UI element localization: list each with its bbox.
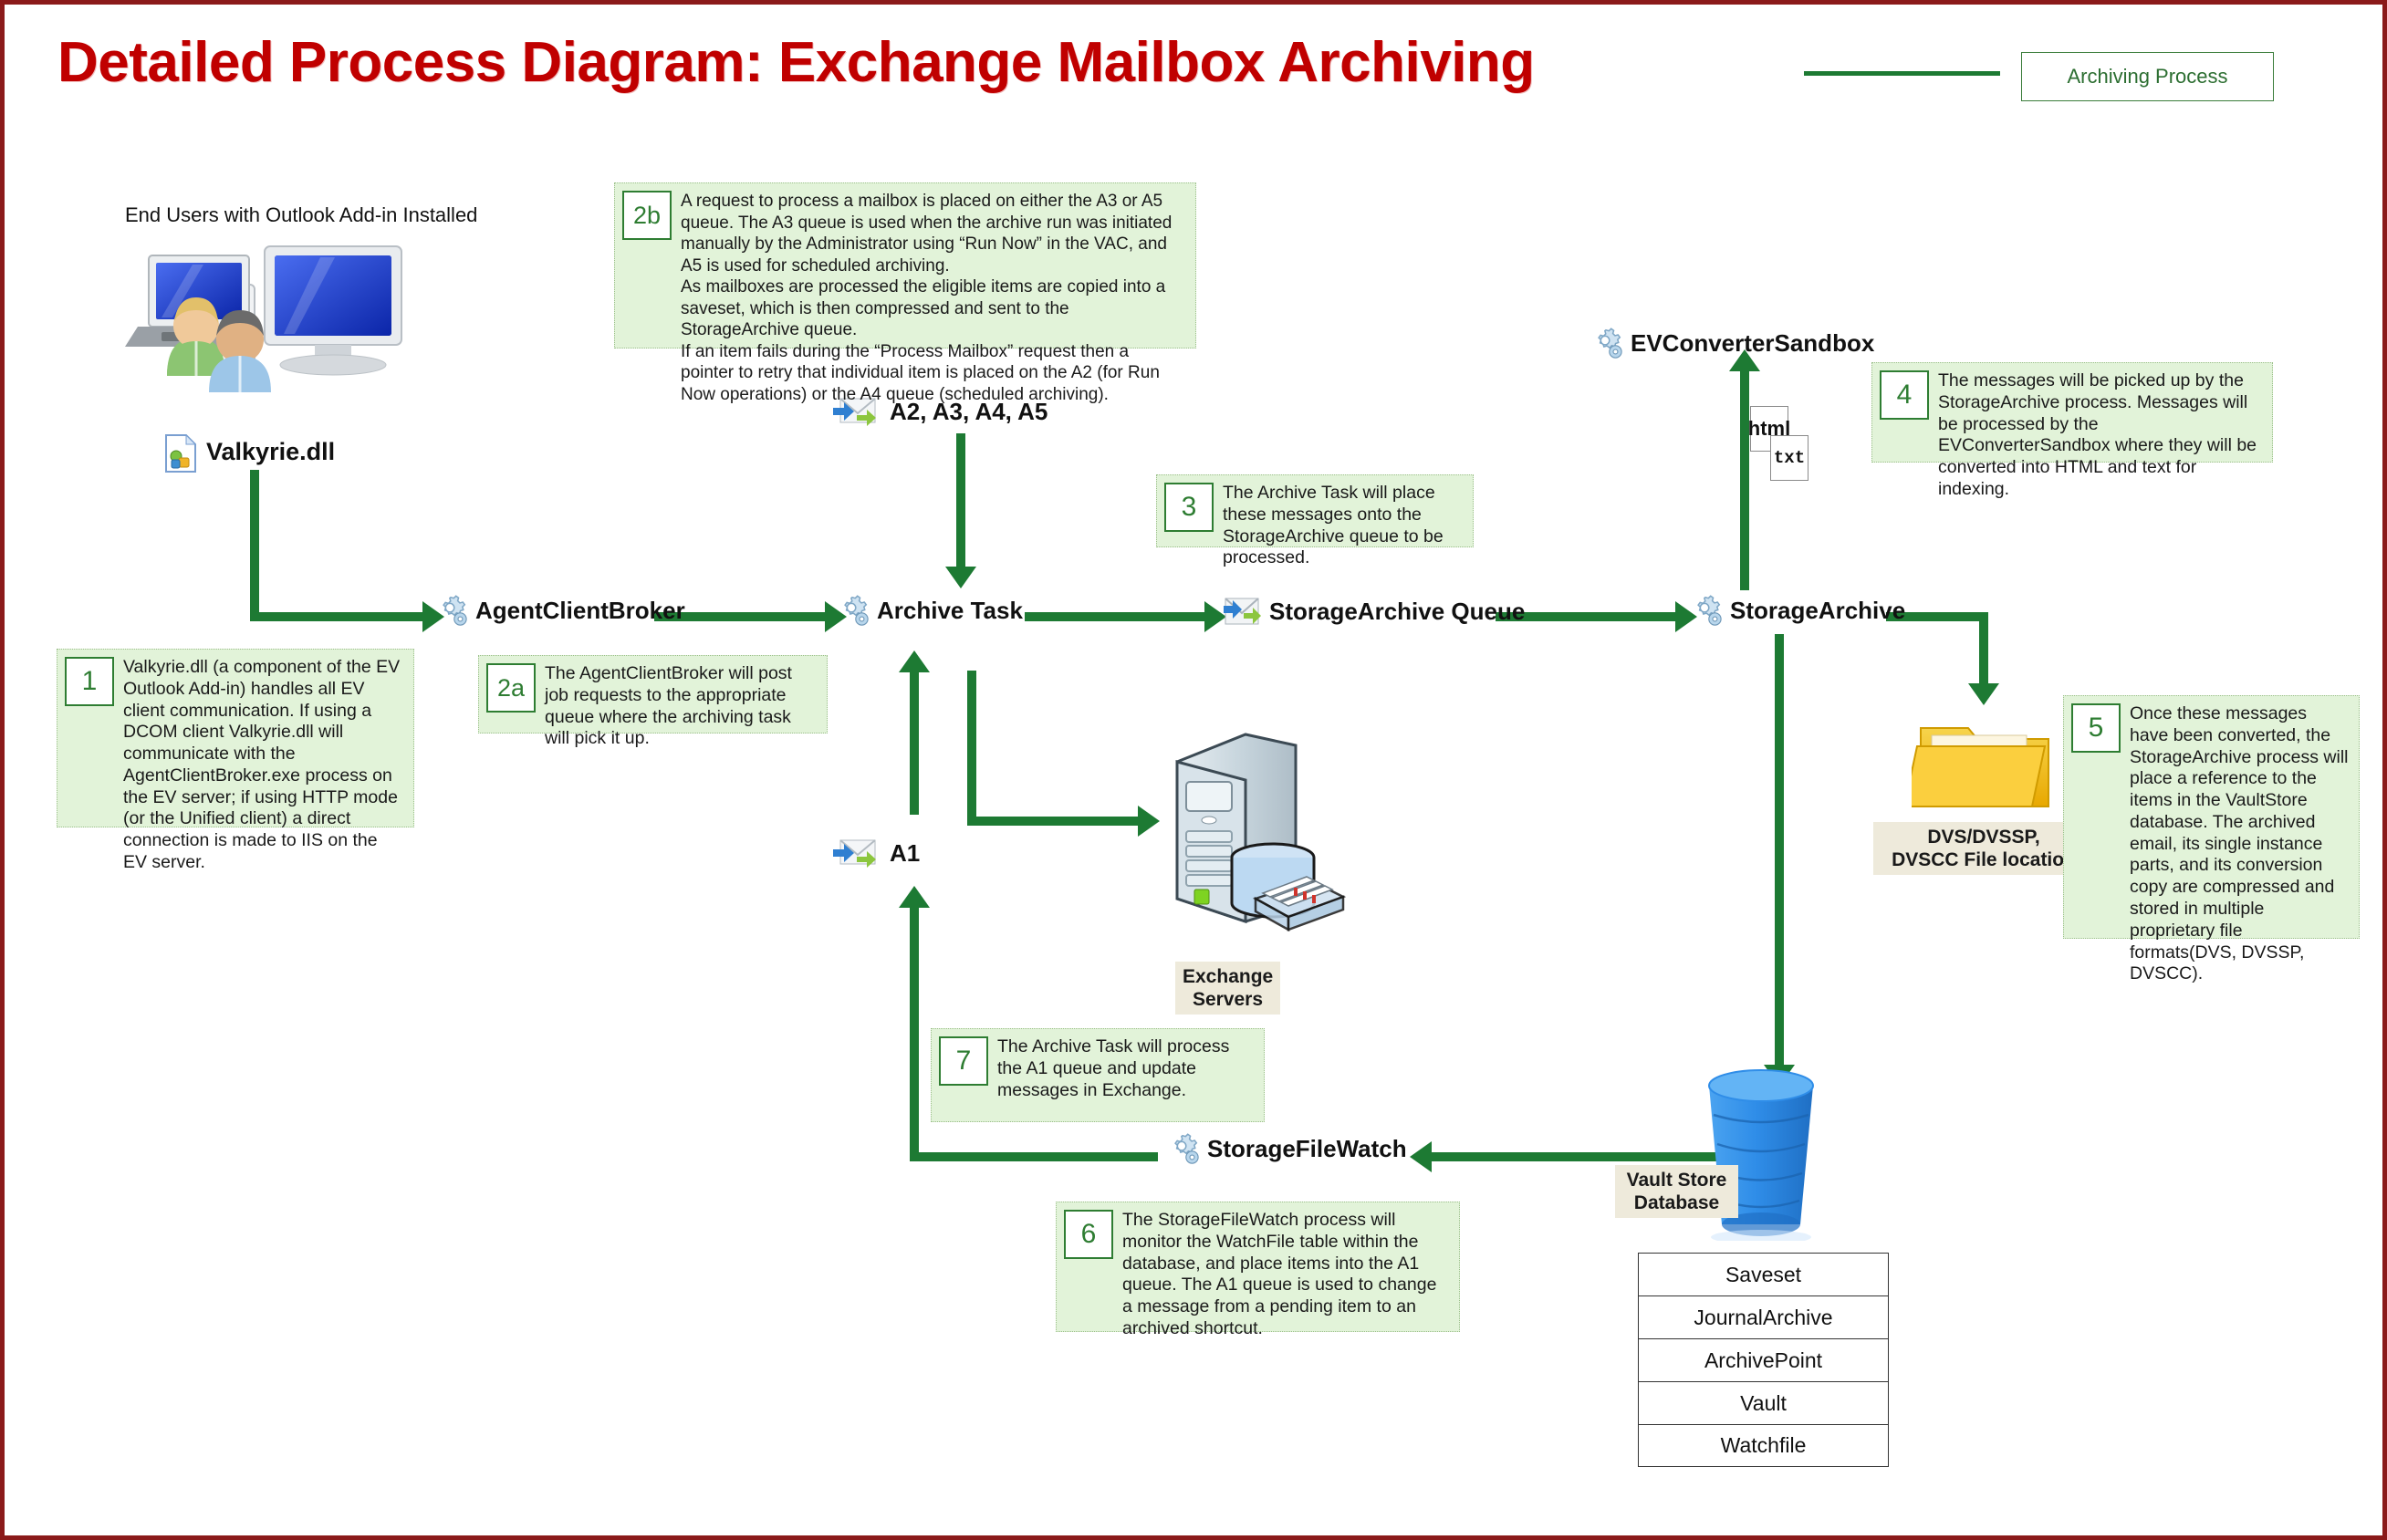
arrow-archivetask-down: [967, 671, 976, 826]
arrow-sfw-left: [910, 1152, 1158, 1161]
arrow-valkyrie-to-acb: [250, 612, 425, 621]
node-label-evconvertersandbox: EVConverterSandbox: [1631, 328, 1875, 357]
note-4-number: 4: [1880, 370, 1929, 420]
legend-label: Archiving Process: [2067, 65, 2228, 88]
arrow-storagearchive-to-evcs: [1740, 369, 1749, 590]
note-6: 6 The StorageFileWatch process will moni…: [1056, 1202, 1460, 1338]
arrow-queue-upper-down: [956, 433, 965, 572]
queue-marker-lower[interactable]: A1: [833, 837, 920, 869]
arrow-archive-task-to-saq: [1025, 612, 1207, 621]
node-storagearchive-queue[interactable]: StorageArchive Queue: [1222, 593, 1525, 630]
arrowhead-folder: [1968, 683, 1999, 705]
table-row-label: Saveset: [1725, 1262, 1802, 1286]
table-row: Saveset: [1638, 1253, 1889, 1295]
node-label-storagefilewatch: StorageFileWatch: [1207, 1134, 1407, 1162]
node-archive-task[interactable]: Archive Task: [835, 593, 1023, 628]
table-row: JournalArchive: [1638, 1295, 1889, 1338]
gear-icon: [1697, 595, 1722, 626]
arrow-a1-to-archive-task: [910, 671, 919, 815]
table-row: ArchivePoint: [1638, 1338, 1889, 1381]
end-users-label: End Users with Outlook Add-in Installed: [125, 203, 478, 226]
exchange-server-illustration: [1175, 733, 1347, 932]
note-2b-text: A request to process a mailbox is placed…: [681, 191, 1186, 404]
table-row-label: JournalArchive: [1694, 1305, 1833, 1329]
note-1-number: 1: [65, 657, 114, 706]
table-row: Vault: [1638, 1381, 1889, 1424]
note-2b-number: 2b: [622, 191, 672, 240]
note-3-text: The Archive Task will place these messag…: [1223, 483, 1444, 568]
note-2a-number: 2a: [486, 663, 536, 713]
note-2b-line-1: A request to process a mailbox is placed…: [681, 192, 1173, 276]
legend-line-swatch: [1804, 71, 2000, 76]
diagram-canvas: Detailed Process Diagram: Exchange Mailb…: [0, 0, 2387, 1540]
node-evconvertersandbox[interactable]: EVConverterSandbox: [1589, 326, 1874, 360]
arrowhead-archive-task-from-a1: [899, 650, 930, 672]
note-1-text: Valkyrie.dll (a component of the EV Outl…: [123, 657, 401, 873]
arrow-storagearchive-to-folder: [1979, 612, 1988, 689]
note-2b-line-3: If an item fails during the “Process Mai…: [681, 341, 1160, 404]
arrow-sfw-to-a1: [910, 908, 919, 1160]
queue-icon: [833, 839, 876, 868]
table-row-label: ArchivePoint: [1704, 1348, 1823, 1372]
arrowhead-a1: [899, 886, 930, 908]
node-label-storagearchive: StorageArchive: [1730, 596, 1906, 624]
table-row-label: Watchfile: [1720, 1433, 1807, 1457]
caption-exchange-servers: Exchange Servers: [1175, 962, 1280, 1015]
arrow-vaultstore-to-sfw: [1432, 1152, 1724, 1161]
note-6-number: 6: [1064, 1210, 1113, 1259]
note-2a-text: The AgentClientBroker will post job requ…: [545, 663, 792, 749]
note-7-number: 7: [939, 1036, 988, 1086]
gear-icon: [844, 595, 869, 626]
note-4-text: The messages will be picked up by the St…: [1938, 370, 2257, 499]
note-3: 3 The Archive Task will place these mess…: [1156, 474, 1474, 568]
queue-icon: [1224, 598, 1261, 625]
note-3-number: 3: [1164, 483, 1214, 532]
arrow-archivetask-to-exchange: [967, 817, 1141, 826]
node-storagearchive[interactable]: StorageArchive: [1688, 593, 1905, 628]
note-7: 7 The Archive Task will process the A1 q…: [931, 1028, 1265, 1122]
end-users-illustration: [125, 245, 402, 392]
file-folder-icon: [1912, 727, 2049, 807]
note-4: 4 The messages will be picked up by the …: [1871, 362, 2273, 499]
arrow-valkyrie-down: [250, 470, 259, 619]
gear-icon: [1598, 328, 1622, 359]
caption-vault-store-database: Vault Store Database: [1615, 1165, 1738, 1219]
note-5-number: 5: [2071, 703, 2121, 753]
note-1: 1 Valkyrie.dll (a component of the EV Ou…: [57, 649, 414, 873]
node-storagefilewatch[interactable]: StorageFileWatch: [1165, 1131, 1407, 1166]
legend-archiving-process: Archiving Process: [2021, 52, 2274, 101]
note-2a: 2a The AgentClientBroker will post job r…: [478, 655, 828, 749]
note-5-text: Once these messages have been converted,…: [2130, 703, 2349, 984]
queue-label-lower: A1: [890, 838, 921, 867]
note-5: 5 Once these messages have been converte…: [2063, 695, 2360, 984]
note-2b-line-2: As mailboxes are processed the eligible …: [681, 277, 1166, 340]
note-7-text: The Archive Task will process the A1 que…: [997, 1036, 1230, 1100]
arrowhead-queue-upper: [945, 567, 976, 588]
dll-file-icon: [165, 433, 197, 473]
node-label-agentclientbroker: AgentClientBroker: [475, 596, 685, 624]
gear-icon: [443, 595, 467, 626]
gear-icon: [1174, 1133, 1199, 1164]
txt-file-label: txt: [1773, 448, 1806, 468]
page-title: Detailed Process Diagram: Exchange Mailb…: [57, 31, 1535, 94]
note-6-text: The StorageFileWatch process will monito…: [1122, 1210, 1437, 1338]
table-row-label: Vault: [1740, 1390, 1787, 1415]
caption-file-location: DVS/DVSSP, DVSCC File location: [1873, 822, 2094, 876]
node-label-storagearchive-queue: StorageArchive Queue: [1269, 597, 1526, 625]
table-row: Watchfile: [1638, 1424, 1889, 1467]
valkyrie-dll-label: Valkyrie.dll: [206, 438, 336, 465]
vault-store-table-list: Saveset JournalArchive ArchivePoint Vaul…: [1638, 1253, 1889, 1467]
arrowhead-sfw: [1410, 1141, 1432, 1172]
note-2b: 2b A request to process a mailbox is pla…: [614, 182, 1196, 404]
arrow-storagearchive-to-vaultstore: [1775, 634, 1784, 1072]
txt-file-icon: txt: [1770, 435, 1808, 481]
node-agentclientbroker[interactable]: AgentClientBroker: [433, 593, 685, 628]
node-label-archive-task: Archive Task: [877, 596, 1023, 624]
